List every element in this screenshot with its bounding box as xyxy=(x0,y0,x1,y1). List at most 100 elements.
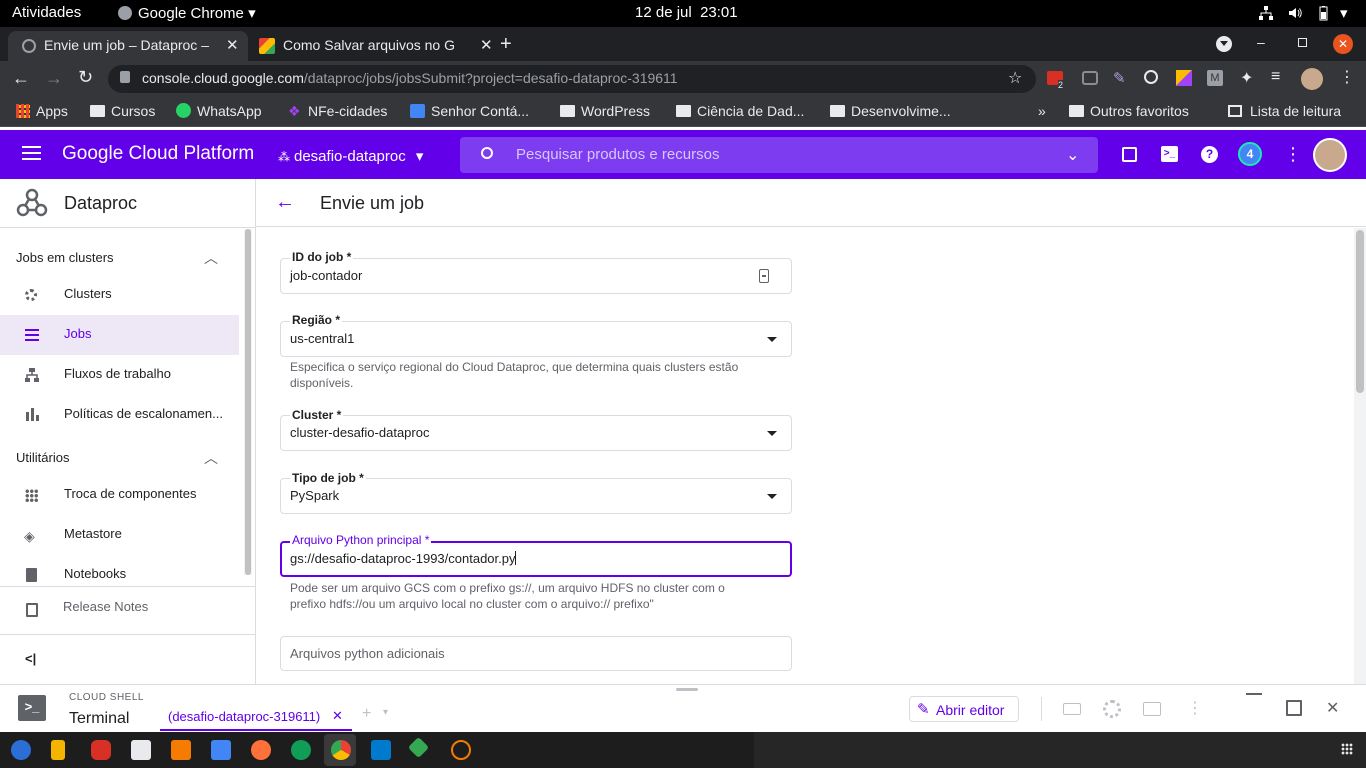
region-select[interactable]: us-central1 xyxy=(280,321,792,357)
sidebar-item-fluxos-de-trabalho[interactable]: Fluxos de trabalho xyxy=(0,355,239,395)
color-picker-icon[interactable]: ✎ xyxy=(1113,69,1126,87)
sidebar-item-notebooks[interactable]: Notebooks xyxy=(0,555,239,595)
vscode-icon[interactable] xyxy=(371,740,391,760)
more-options-icon[interactable]: ⋮ xyxy=(1284,144,1302,165)
chrome-app-menu[interactable]: Google Chrome ▾ xyxy=(118,4,256,22)
account-avatar[interactable] xyxy=(1313,138,1347,172)
more-options-icon[interactable]: ⋮ xyxy=(1187,698,1203,718)
profile-avatar[interactable] xyxy=(1301,68,1323,90)
gift-icon[interactable] xyxy=(1122,147,1137,162)
resize-handle[interactable] xyxy=(676,688,698,691)
zoom-extension-icon[interactable] xyxy=(1144,70,1158,84)
new-tab-icon[interactable]: + xyxy=(500,33,512,56)
system-menu-chevron-icon[interactable]: ▾ xyxy=(1340,4,1348,22)
section-utilitarios[interactable]: Utilitários xyxy=(16,450,69,465)
chrome-menu-icon[interactable]: ⋮ xyxy=(1339,67,1355,87)
firefox-icon[interactable] xyxy=(251,740,271,760)
reading-list-icon[interactable]: ≡ xyxy=(1271,68,1280,86)
close-tab-icon[interactable]: ✕ xyxy=(480,36,493,54)
lock-icon[interactable] xyxy=(120,71,130,83)
url-text[interactable]: console.cloud.google.com/dataproc/jobs/j… xyxy=(142,70,678,86)
keyboard-icon[interactable] xyxy=(1063,703,1081,715)
notifications-badge[interactable]: 4 xyxy=(1238,142,1262,166)
collapse-section-icon[interactable]: ︿ xyxy=(204,448,218,468)
bookmarks-more-icon[interactable]: » xyxy=(1038,103,1046,119)
bookmark-desenvolvimento[interactable]: Desenvolvime... xyxy=(830,103,951,119)
tab-salvar-arquivos[interactable]: Como Salvar arquivos no G ✕ xyxy=(250,31,500,61)
sidebar-item-troca-de-componentes[interactable]: Troca de componentes xyxy=(0,475,239,515)
close-window-icon[interactable]: ✕ xyxy=(1333,34,1353,54)
dock-app-icon[interactable] xyxy=(291,740,311,760)
minimize-shell-icon[interactable] xyxy=(1246,693,1262,695)
collapse-sidebar-icon[interactable]: <| xyxy=(25,651,36,666)
chevron-down-icon[interactable]: ▾ xyxy=(383,707,388,718)
project-selector[interactable]: ⁂ desafio-dataproc ▾ xyxy=(278,147,423,165)
clock[interactable]: 12 de jul 23:01 xyxy=(635,4,738,21)
minimize-window-icon[interactable]: – xyxy=(1257,34,1265,50)
battery-icon[interactable] xyxy=(1315,5,1331,21)
collapse-section-icon[interactable]: ︿ xyxy=(204,248,218,268)
section-jobs-em-clusters[interactable]: Jobs em clusters xyxy=(16,250,114,265)
extensions-puzzle-icon[interactable]: ✦ xyxy=(1240,68,1253,88)
bookmark-outros-favoritos[interactable]: Outros favoritos xyxy=(1069,103,1189,119)
bookmark-star-icon[interactable]: ☆ xyxy=(1008,68,1022,88)
gcp-brand[interactable]: Google Cloud Platform xyxy=(62,143,254,165)
jupyter-icon[interactable] xyxy=(451,740,471,760)
sidebar-scrollbar[interactable] xyxy=(244,229,252,575)
show-applications-icon[interactable] xyxy=(1341,743,1353,755)
web-preview-icon[interactable] xyxy=(1143,702,1161,716)
back-arrow-icon[interactable]: ← xyxy=(275,191,295,214)
cluster-select[interactable]: cluster-desafio-dataproc xyxy=(280,415,792,451)
extension-colorful-icon[interactable] xyxy=(1176,70,1192,86)
job-id-field[interactable]: job-contador xyxy=(280,258,792,294)
main-scrollbar[interactable] xyxy=(1354,228,1366,684)
sidebar-item-jobs[interactable]: Jobs xyxy=(0,315,239,355)
dock-app-icon[interactable] xyxy=(131,740,151,760)
back-icon[interactable]: ← xyxy=(12,68,30,89)
bookmark-whatsapp[interactable]: WhatsApp xyxy=(176,103,262,119)
bookmark-senhor-contabil[interactable]: Senhor Contá... xyxy=(410,103,529,119)
hamburger-menu-icon[interactable] xyxy=(22,146,41,160)
terminal-tab[interactable]: (desafio-dataproc-319611) ✕ xyxy=(160,703,352,731)
settings-gear-icon[interactable] xyxy=(1103,700,1121,718)
clipboard-icon[interactable] xyxy=(759,269,769,283)
open-new-window-icon[interactable] xyxy=(1286,700,1302,716)
volume-icon[interactable] xyxy=(1287,5,1303,21)
cloud-shell-icon[interactable]: >_ xyxy=(1161,146,1178,162)
dock-app-icon[interactable] xyxy=(51,740,65,760)
release-notes-link[interactable]: Release Notes xyxy=(0,590,239,630)
tab-dataproc[interactable]: Envie um job – Dataproc – ✕ xyxy=(8,31,248,61)
scrollbar-thumb[interactable] xyxy=(1356,230,1364,393)
pocket-icon[interactable] xyxy=(1082,71,1098,85)
bookmark-ciencia-de-dados[interactable]: Ciência de Dad... xyxy=(676,103,804,119)
reload-icon[interactable]: ↻ xyxy=(78,67,93,88)
close-terminal-tab-icon[interactable]: ✕ xyxy=(332,708,343,724)
dock-app-icon[interactable] xyxy=(91,740,111,760)
network-icon[interactable] xyxy=(1258,5,1274,21)
close-tab-icon[interactable]: ✕ xyxy=(226,36,239,54)
tab-search-icon[interactable] xyxy=(1216,36,1232,52)
bookmark-cursos[interactable]: Cursos xyxy=(90,103,155,119)
sidebar-item-metastore[interactable]: ◈ Metastore xyxy=(0,515,239,555)
help-icon[interactable]: ? xyxy=(1201,146,1218,163)
forward-icon[interactable]: → xyxy=(45,68,63,89)
extension-m-icon[interactable]: M xyxy=(1207,70,1223,86)
search-expand-chevron-icon[interactable]: ⌄ xyxy=(1066,145,1079,165)
bookmark-wordpress[interactable]: WordPress xyxy=(560,103,650,119)
bookmark-nfe-cidades[interactable]: ❖ NFe-cidades xyxy=(288,103,387,119)
chrome-icon[interactable] xyxy=(331,740,351,760)
bookmark-lista-de-leitura[interactable]: Lista de leitura xyxy=(1228,103,1341,119)
close-shell-icon[interactable]: ✕ xyxy=(1326,698,1339,718)
bookmark-apps[interactable]: Apps xyxy=(16,103,68,119)
open-editor-button[interactable]: ✎ Abrir editor xyxy=(909,696,1019,722)
additional-python-files-input[interactable]: Arquivos python adicionais xyxy=(280,636,792,671)
search-input[interactable]: Pesquisar produtos e recursos xyxy=(516,146,719,163)
sidebar-item-politicas-de-escalonamento[interactable]: Políticas de escalonamen... xyxy=(0,395,239,435)
sidebar-item-clusters[interactable]: Clusters xyxy=(0,275,239,315)
add-terminal-icon[interactable]: + xyxy=(362,705,371,723)
dock-app-icon[interactable] xyxy=(211,740,231,760)
activities-button[interactable]: Atividades xyxy=(12,4,81,21)
dock-app-icon[interactable] xyxy=(171,740,191,760)
maximize-window-icon[interactable] xyxy=(1298,38,1307,47)
dock-app-icon[interactable] xyxy=(11,740,31,760)
